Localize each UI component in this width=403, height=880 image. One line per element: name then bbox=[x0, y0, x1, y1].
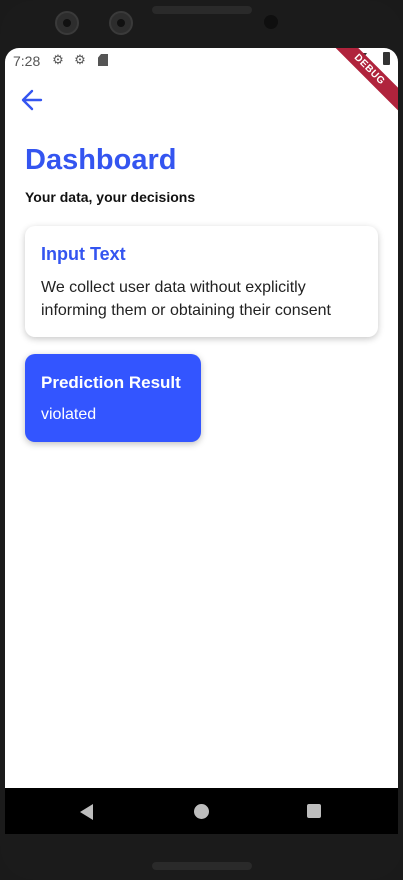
home-circle-icon[interactable] bbox=[194, 804, 209, 819]
bottom-speaker bbox=[152, 862, 252, 870]
page-title: Dashboard bbox=[25, 144, 177, 176]
front-camera-secondary bbox=[109, 11, 133, 35]
arrow-left-icon bbox=[21, 89, 43, 111]
prediction-result-card: Prediction Result violated bbox=[25, 354, 201, 442]
battery-icon bbox=[383, 52, 390, 65]
input-text-value: We collect user data without explicitly … bbox=[41, 279, 331, 319]
status-time: 7:28 bbox=[13, 53, 41, 69]
input-text-label: Input Text bbox=[41, 244, 126, 264]
sd-card-icon bbox=[98, 54, 108, 66]
front-camera bbox=[55, 11, 79, 35]
top-speaker bbox=[152, 6, 252, 14]
input-text-card: Input Text We collect user data without … bbox=[25, 226, 378, 337]
back-button[interactable] bbox=[19, 86, 51, 114]
prediction-result-label: Prediction Result bbox=[41, 373, 181, 392]
android-nav-bar bbox=[5, 788, 398, 834]
page-subtitle: Your data, your decisions bbox=[25, 189, 196, 205]
prediction-result-value: violated bbox=[41, 406, 97, 423]
phone-frame: 7:28 ⚙ ⚙ DEBUG Dashboard Your data, your… bbox=[0, 0, 403, 880]
proximity-sensor bbox=[264, 15, 278, 29]
gear-icon: ⚙ bbox=[74, 52, 86, 67]
app-screen: 7:28 ⚙ ⚙ DEBUG Dashboard Your data, your… bbox=[5, 48, 398, 788]
gear-icon: ⚙ bbox=[52, 52, 64, 67]
recents-square-icon[interactable] bbox=[307, 804, 321, 818]
back-triangle-icon[interactable] bbox=[80, 804, 93, 820]
